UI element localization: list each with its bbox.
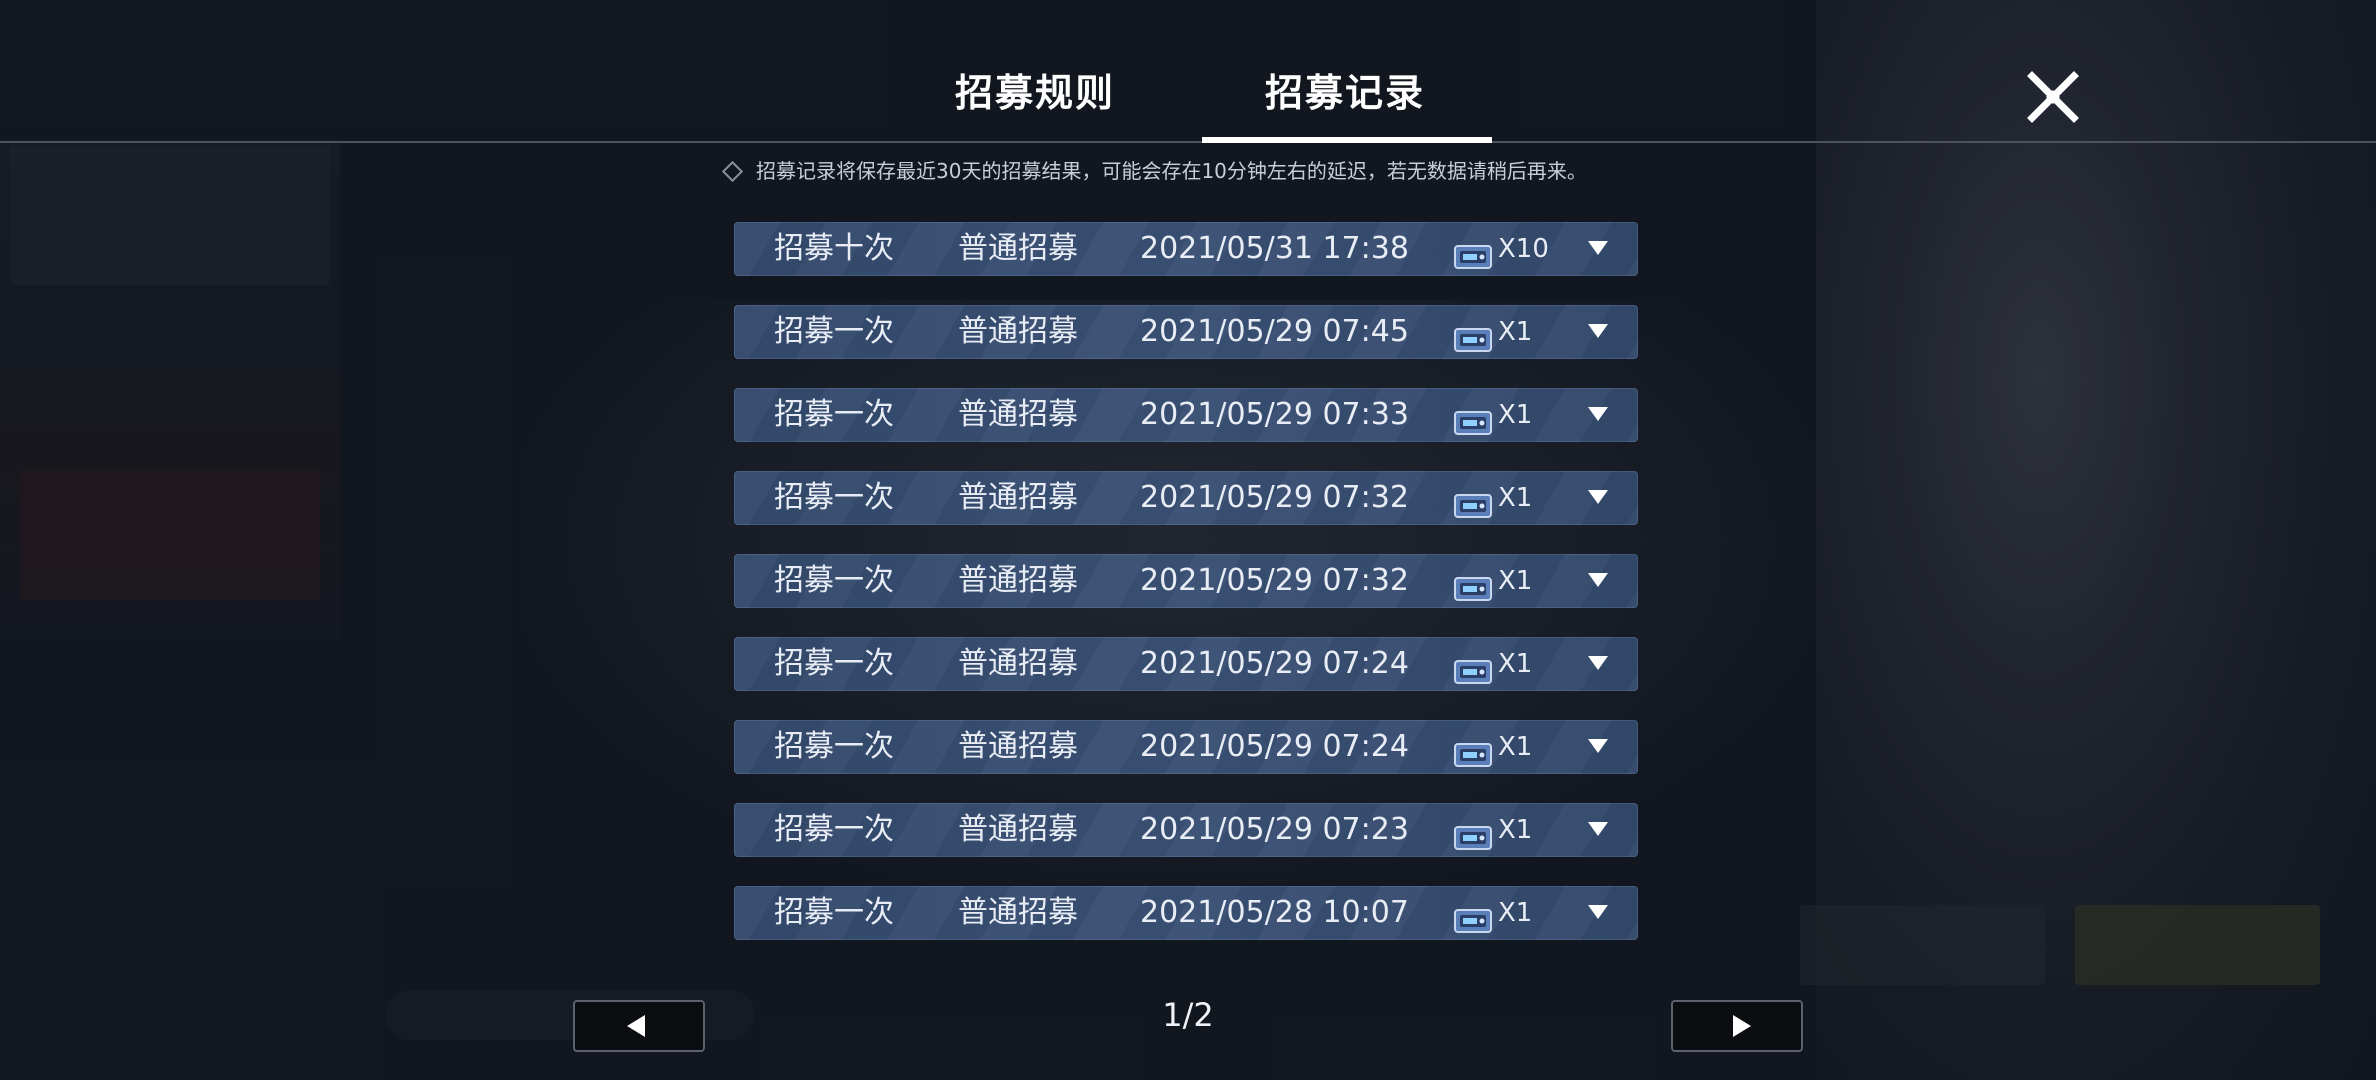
chevron-down-icon[interactable] (1588, 739, 1608, 753)
record-row[interactable]: 招募一次 普通招募 2021/05/29 07:24 X1 (734, 720, 1638, 774)
previous-page-button[interactable] (573, 1000, 705, 1052)
record-pool: 普通招募 (958, 895, 1078, 930)
recruit-ticket-icon (1454, 650, 1492, 684)
record-count: X1 (1498, 732, 1533, 762)
recruit-ticket-icon (1454, 318, 1492, 352)
record-pool: 普通招募 (958, 729, 1078, 764)
chevron-down-icon[interactable] (1588, 490, 1608, 504)
close-button[interactable] (2026, 70, 2080, 124)
tab-recruit-rules[interactable]: 招募规则 (940, 62, 1130, 122)
recruit-ticket-icon (1454, 567, 1492, 601)
record-row[interactable]: 招募一次 普通招募 2021/05/29 07:32 X1 (734, 471, 1638, 525)
record-type: 招募一次 (774, 480, 894, 515)
next-page-button[interactable] (1671, 1000, 1803, 1052)
record-count: X1 (1498, 483, 1533, 513)
record-type: 招募一次 (774, 314, 894, 349)
record-time: 2021/05/29 07:33 (1140, 397, 1409, 432)
record-type: 招募一次 (774, 397, 894, 432)
record-pool: 普通招募 (958, 563, 1078, 598)
record-count: X1 (1498, 400, 1533, 430)
record-type: 招募一次 (774, 646, 894, 681)
recruit-ticket-icon (1454, 401, 1492, 435)
record-row[interactable]: 招募一次 普通招募 2021/05/28 10:07 X1 (734, 886, 1638, 940)
recruit-record-notice: 招募记录将保存最近30天的招募结果，可能会存在10分钟左右的延迟，若无数据请稍后… (721, 156, 1646, 186)
record-type: 招募一次 (774, 729, 894, 764)
record-count: X1 (1498, 898, 1533, 928)
record-time: 2021/05/29 07:45 (1140, 314, 1409, 349)
record-pool: 普通招募 (958, 231, 1078, 266)
chevron-down-icon[interactable] (1588, 241, 1608, 255)
record-count: X1 (1498, 566, 1533, 596)
record-pool: 普通招募 (958, 480, 1078, 515)
record-row[interactable]: 招募一次 普通招募 2021/05/29 07:23 X1 (734, 803, 1638, 857)
recruit-ticket-icon (1454, 899, 1492, 933)
record-pool: 普通招募 (958, 646, 1078, 681)
page-indicator: 1/2 (1162, 996, 1214, 1034)
record-pool: 普通招募 (958, 397, 1078, 432)
chevron-down-icon[interactable] (1588, 324, 1608, 338)
chevron-down-icon[interactable] (1588, 573, 1608, 587)
record-type: 招募一次 (774, 563, 894, 598)
record-pool: 普通招募 (958, 314, 1078, 349)
arrow-right-icon (1733, 1015, 1751, 1037)
record-count: X1 (1498, 649, 1533, 679)
notice-text: 招募记录将保存最近30天的招募结果，可能会存在10分钟左右的延迟，若无数据请稍后… (756, 159, 1587, 183)
record-time: 2021/05/31 17:38 (1140, 231, 1409, 266)
record-count: X1 (1498, 317, 1533, 347)
tab-bar: 招募规则 招募记录 (0, 0, 2376, 144)
chevron-down-icon[interactable] (1588, 656, 1608, 670)
record-type: 招募一次 (774, 895, 894, 930)
recruit-ticket-icon (1454, 816, 1492, 850)
record-time: 2021/05/29 07:24 (1140, 729, 1409, 764)
record-type: 招募十次 (774, 231, 894, 266)
record-row[interactable]: 招募一次 普通招募 2021/05/29 07:45 X1 (734, 305, 1638, 359)
record-count: X10 (1498, 234, 1549, 264)
tab-recruit-records[interactable]: 招募记录 (1200, 62, 1490, 122)
arrow-left-icon (627, 1015, 645, 1037)
record-row[interactable]: 招募一次 普通招募 2021/05/29 07:24 X1 (734, 637, 1638, 691)
record-pool: 普通招募 (958, 812, 1078, 847)
recruit-ticket-icon (1454, 733, 1492, 767)
record-row[interactable]: 招募一次 普通招募 2021/05/29 07:32 X1 (734, 554, 1638, 608)
record-time: 2021/05/29 07:24 (1140, 646, 1409, 681)
record-row[interactable]: 招募十次 普通招募 2021/05/31 17:38 X10 (734, 222, 1638, 276)
tab-divider (0, 141, 2376, 143)
recruit-ticket-icon (1454, 235, 1492, 269)
record-time: 2021/05/29 07:23 (1140, 812, 1409, 847)
record-time: 2021/05/29 07:32 (1140, 563, 1409, 598)
chevron-down-icon[interactable] (1588, 407, 1608, 421)
chevron-down-icon[interactable] (1588, 905, 1608, 919)
record-count: X1 (1498, 815, 1533, 845)
record-type: 招募一次 (774, 812, 894, 847)
record-row[interactable]: 招募一次 普通招募 2021/05/29 07:33 X1 (734, 388, 1638, 442)
record-time: 2021/05/29 07:32 (1140, 480, 1409, 515)
active-tab-indicator (1202, 137, 1492, 143)
record-time: 2021/05/28 10:07 (1140, 895, 1409, 930)
close-icon (2027, 71, 2079, 123)
recruit-ticket-icon (1454, 484, 1492, 518)
chevron-down-icon[interactable] (1588, 822, 1608, 836)
